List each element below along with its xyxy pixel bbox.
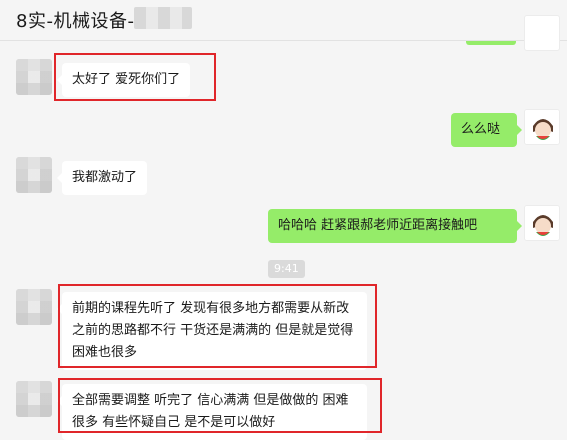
chat-area[interactable]: 太好了 爱死你们了 么么哒 我都激动了 哈哈哈 赶紧跟郝老师近距离接触吧 9:4… xyxy=(0,15,567,440)
sender-avatar[interactable] xyxy=(16,59,52,95)
self-avatar[interactable] xyxy=(524,109,560,145)
message-bubble[interactable]: 哈哈哈 赶紧跟郝老师近距离接触吧 xyxy=(268,209,522,243)
message-bubble[interactable]: 么么哒 xyxy=(451,113,522,147)
message-bubble[interactable]: 前期的课程先听了 发现有很多地方都需要从新改 之前的思路都不行 干货还是满满的 … xyxy=(57,292,367,370)
previous-message-bubble xyxy=(466,41,516,45)
sender-avatar[interactable] xyxy=(16,289,52,325)
chat-header: 8实-机械设备- xyxy=(0,0,567,41)
cartoon-avatar-icon xyxy=(525,206,559,240)
cartoon-avatar-icon xyxy=(525,110,559,144)
message-bubble[interactable]: 全部需要调整 听完了 信心满满 但是做做的 困难很多 有些怀疑自己 是不是可以做… xyxy=(57,384,367,440)
message-bubble[interactable]: 我都激动了 xyxy=(56,161,148,195)
sender-avatar[interactable] xyxy=(16,157,52,193)
title-redaction xyxy=(134,7,192,29)
chat-title: 8实-机械设备- xyxy=(16,11,135,32)
sender-avatar[interactable] xyxy=(16,381,52,417)
message-bubble[interactable]: 太好了 爱死你们了 xyxy=(56,63,191,97)
message-timestamp: 9:41 xyxy=(268,260,305,278)
self-avatar[interactable] xyxy=(524,15,560,51)
self-avatar[interactable] xyxy=(524,205,560,241)
